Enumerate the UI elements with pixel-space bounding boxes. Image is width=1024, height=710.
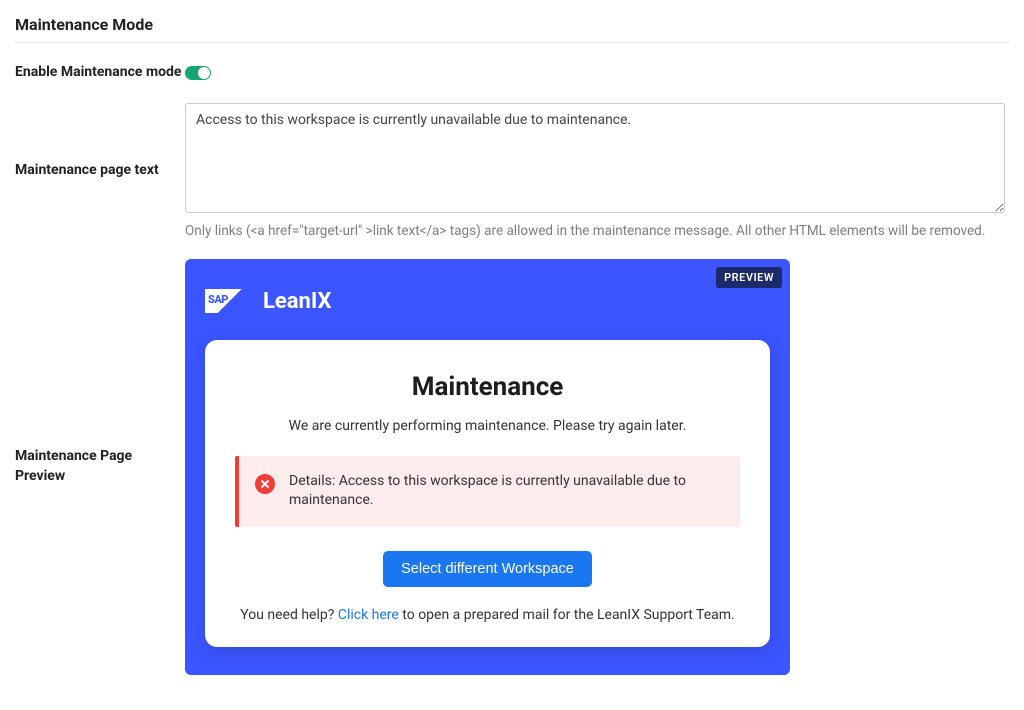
preview-alert-text: Details: Access to this workspace is cur… — [289, 472, 724, 511]
preview-badge: PREVIEW — [716, 267, 782, 288]
enable-maintenance-toggle[interactable] — [185, 66, 211, 80]
error-icon — [255, 474, 275, 494]
preview-help-line: You need help? Click here to open a prep… — [235, 607, 740, 623]
row-enable: Enable Maintenance mode — [15, 63, 1009, 83]
preview-alert: Details: Access to this workspace is cur… — [235, 456, 740, 527]
preview-panel: PREVIEW SAP LeanIX Maintenance We are cu… — [185, 259, 790, 675]
preview-logo: SAP LeanIX — [205, 289, 770, 314]
alert-message: Access to this workspace is currently un… — [289, 473, 686, 509]
maintenance-text-input[interactable] — [185, 103, 1005, 213]
select-workspace-button[interactable]: Select different Workspace — [383, 551, 592, 587]
help-before: You need help? — [240, 607, 338, 623]
sap-logo-text: SAP — [208, 293, 228, 306]
sap-logo-icon: SAP — [205, 289, 255, 313]
row-preview: Maintenance Page Preview PREVIEW SAP Lea… — [15, 259, 1009, 675]
preview-card-title: Maintenance — [235, 372, 740, 402]
label-enable: Enable Maintenance mode — [15, 63, 185, 83]
help-after: to open a prepared mail for the LeanIX S… — [399, 607, 735, 623]
maintenance-text-help: Only links (<a href="target-url" >link t… — [185, 223, 985, 239]
row-text: Maintenance page text Only links (<a hre… — [15, 103, 1009, 239]
preview-card-subtitle: We are currently performing maintenance.… — [235, 418, 740, 434]
preview-card: Maintenance We are currently performing … — [205, 340, 770, 647]
alert-prefix: Details: — [289, 473, 339, 489]
label-text: Maintenance page text — [15, 161, 185, 181]
label-preview: Maintenance Page Preview — [15, 447, 185, 486]
brand-text: LeanIX — [263, 289, 331, 314]
help-link[interactable]: Click here — [338, 607, 399, 623]
section-title: Maintenance Mode — [15, 15, 1009, 43]
